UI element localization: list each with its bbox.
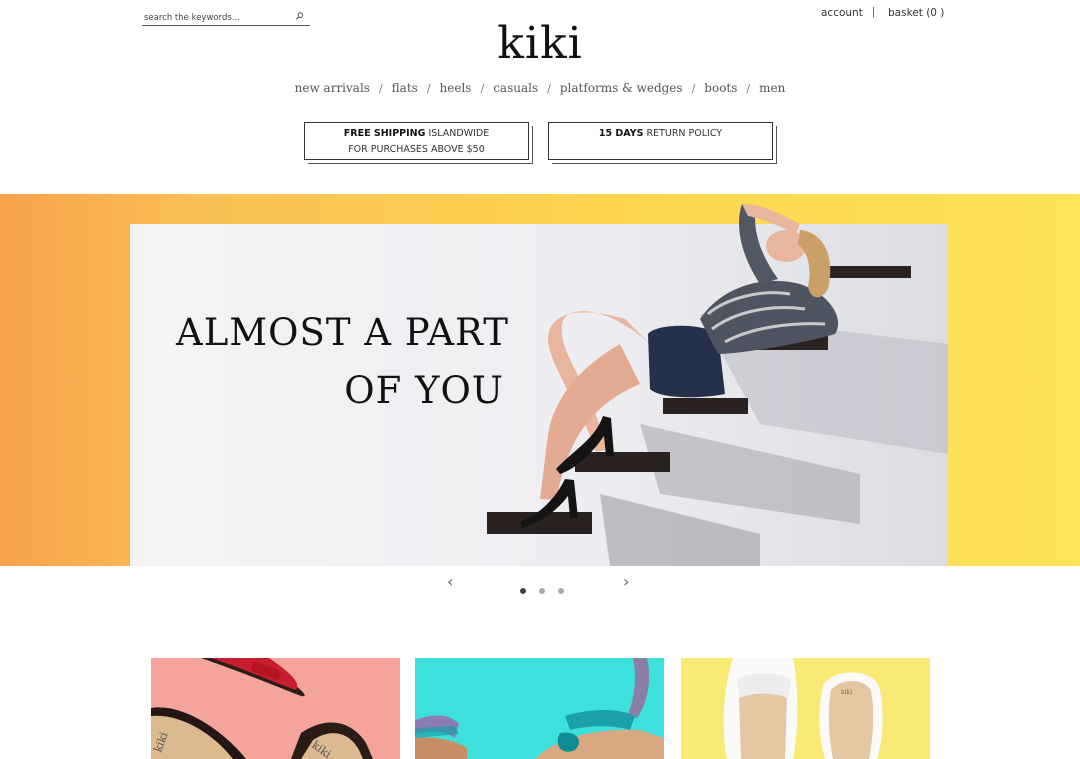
- slide-dot-1[interactable]: [520, 588, 526, 594]
- nav-item-platforms-wedges[interactable]: platforms & wedges: [560, 81, 683, 95]
- tile-loafers-image: kiki: [723, 658, 883, 759]
- main-nav: new arrivals / flats / heels / casuals / platfor…: [0, 81, 1080, 95]
- chevron-right-icon[interactable]: ›: [623, 572, 629, 591]
- nav-separator: /: [746, 82, 751, 95]
- tile-sandals-image: [415, 658, 664, 759]
- nav-separator: /: [426, 82, 431, 95]
- slide-dot-2[interactable]: [539, 588, 545, 594]
- nav-separator: /: [378, 82, 383, 95]
- category-tile-sandals[interactable]: [415, 658, 664, 759]
- nav-item-flats[interactable]: flats: [392, 81, 418, 95]
- svg-text:kiki: kiki: [841, 689, 852, 696]
- category-tile-flats[interactable]: kiki kiki: [151, 658, 400, 759]
- chevron-left-icon[interactable]: ‹: [447, 572, 453, 591]
- nav-separator: /: [691, 82, 696, 95]
- category-tile-loafers[interactable]: kiki: [681, 658, 930, 759]
- hero-headline: ALMOST A PART OF YOU: [176, 304, 538, 420]
- hero-slider[interactable]: ALMOST A PART OF YOU: [0, 194, 1080, 566]
- nav-item-boots[interactable]: boots: [704, 81, 737, 95]
- hero-image: [487, 204, 948, 566]
- slide-dot-3[interactable]: [558, 588, 564, 594]
- nav-item-heels[interactable]: heels: [440, 81, 472, 95]
- promo-bold: 15 DAYS: [598, 128, 644, 139]
- return-policy-banner[interactable]: 15 DAYS RETURN POLICY: [548, 122, 773, 160]
- site-logo[interactable]: kiki: [0, 16, 1080, 72]
- nav-item-casuals[interactable]: casuals: [493, 81, 538, 95]
- hero-headline-line2: OF YOU: [344, 369, 504, 412]
- hero-headline-line1: ALMOST A PART: [176, 311, 509, 354]
- tile-flats-image: kiki kiki: [151, 658, 373, 759]
- free-shipping-banner[interactable]: FREE SHIPPING ISLANDWIDE FOR PURCHASES A…: [304, 122, 529, 160]
- promo-text: ISLANDWIDE: [425, 128, 490, 139]
- nav-item-new-arrivals[interactable]: new arrivals: [295, 81, 370, 95]
- nav-separator: /: [480, 82, 485, 95]
- nav-item-men[interactable]: men: [759, 81, 785, 95]
- promo-text: RETURN POLICY: [643, 128, 723, 139]
- nav-separator: /: [547, 82, 551, 95]
- promo-line2: FOR PURCHASES ABOVE $50: [348, 144, 485, 155]
- promo-bold: FREE SHIPPING: [343, 128, 426, 139]
